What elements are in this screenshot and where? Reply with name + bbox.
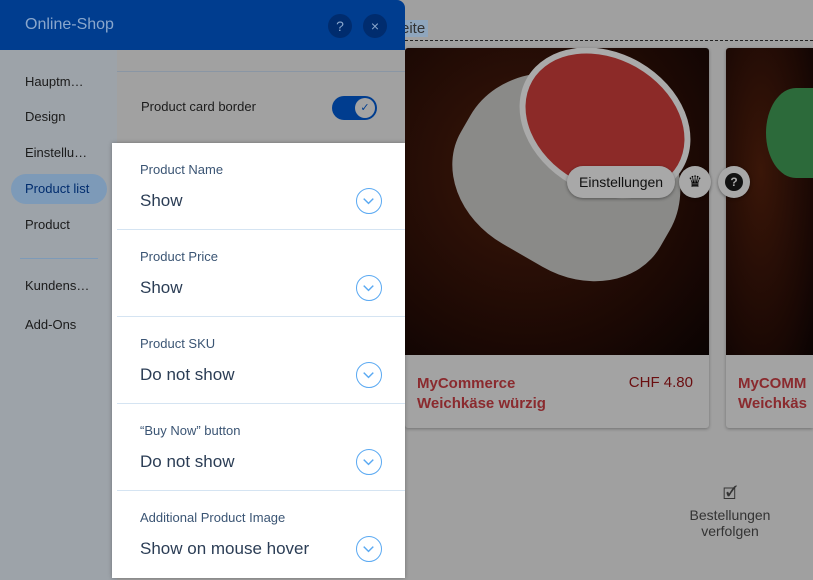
settings-button[interactable]: Einstellungen	[567, 166, 676, 198]
divider	[117, 71, 405, 72]
check-icon: ✓	[355, 98, 375, 118]
option-buy-now-button[interactable]: “Buy Now” button Do not show	[117, 404, 405, 491]
option-product-sku[interactable]: Product SKU Do not show	[117, 317, 405, 404]
help-button[interactable]: ?	[718, 166, 750, 198]
product-price: CHF 4.80	[628, 374, 693, 391]
crown-button[interactable]: ♛	[679, 166, 711, 198]
sidebar-item-settings[interactable]: Einstellu…	[11, 138, 107, 168]
chevron-down-icon[interactable]	[356, 188, 382, 214]
option-label: Product Price	[140, 249, 219, 264]
product-image	[726, 48, 813, 355]
option-label: Product Name	[140, 162, 224, 177]
option-product-name[interactable]: Product Name Show	[117, 143, 405, 230]
sidebar-item-product-list[interactable]: Product list	[11, 174, 107, 204]
chevron-down-icon[interactable]	[356, 536, 382, 562]
option-value[interactable]: Do not show	[140, 365, 235, 385]
option-value[interactable]: Show	[140, 191, 183, 211]
sidebar-item-product[interactable]: Product	[11, 210, 107, 240]
panel-title: Online-Shop	[25, 16, 114, 33]
options-dropdown-panel: Product Name Show Product Price Show Produ…	[112, 143, 405, 578]
document-check-icon: 🗹	[722, 486, 738, 503]
chevron-down-icon[interactable]	[356, 449, 382, 475]
product-card-border-toggle[interactable]: ✓	[332, 96, 377, 120]
option-value[interactable]: Do not show	[140, 452, 235, 472]
product-image	[405, 48, 709, 355]
divider	[20, 258, 98, 259]
sidebar-item-addons[interactable]: Add-Ons	[11, 310, 107, 340]
option-additional-image[interactable]: Additional Product Image Show on mouse ho…	[117, 491, 405, 578]
option-label: Product SKU	[140, 336, 216, 351]
sidebar-item-customers[interactable]: Kundens…	[11, 271, 107, 301]
help-icon: ?	[725, 173, 743, 191]
option-label: Additional Product Image	[140, 510, 286, 525]
chevron-down-icon[interactable]	[356, 275, 382, 301]
toggle-label: Product card border	[141, 99, 256, 114]
help-button[interactable]: ?	[328, 14, 352, 38]
sidebar-item-main[interactable]: Hauptm…	[11, 67, 107, 97]
product-name: MyCOMM Weichkäs	[738, 375, 807, 412]
crown-icon: ♛	[687, 174, 703, 191]
track-orders[interactable]: 🗹 Bestellungen verfolgen	[680, 486, 780, 540]
product-name: MyCommerce Weichkäse würzig	[417, 375, 546, 412]
option-product-price[interactable]: Product Price Show	[117, 230, 405, 317]
sidebar-item-design[interactable]: Design	[11, 102, 107, 132]
selection-border	[405, 40, 813, 41]
option-value[interactable]: Show on mouse hover	[140, 539, 309, 559]
option-label: “Buy Now” button	[140, 423, 241, 438]
product-card[interactable]: MyCommerce Weichkäse würzig CHF 4.80	[405, 48, 709, 428]
close-button[interactable]: ×	[363, 14, 387, 38]
option-value[interactable]: Show	[140, 278, 183, 298]
product-card[interactable]: MyCOMM Weichkäs	[726, 48, 813, 428]
chevron-down-icon[interactable]	[356, 362, 382, 388]
